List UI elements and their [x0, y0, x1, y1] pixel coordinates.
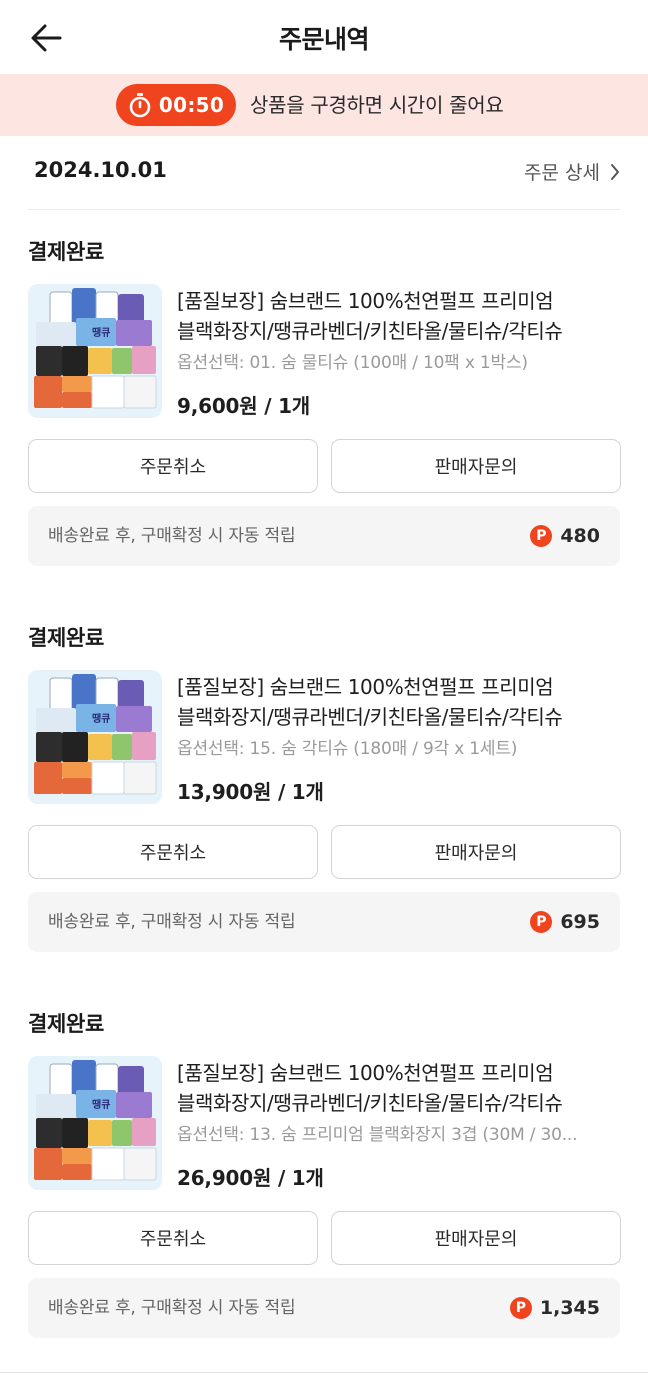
product-title-line-2: 블랙화장지/땡큐라벤더/키친타올/물티슈/각티슈: [177, 319, 563, 343]
product-title-line-1: [품질보장] 숨브랜드 100%천연펄프 프리미엄: [177, 675, 554, 699]
timer-value: 00:50: [158, 93, 225, 117]
order-status: 결제완료: [28, 1012, 105, 1036]
order-status: 결제완료: [28, 240, 105, 264]
order-detail-label: 주문 상세: [524, 162, 600, 184]
point-reward-message: 배송완료 후, 구매확정 시 자동 적립: [48, 526, 296, 546]
point-reward-amount: P 695: [530, 892, 600, 952]
point-reward-amount: P 480: [530, 506, 600, 566]
svg-text:땡큐: 땡큐: [92, 1098, 110, 1111]
point-reward-amount: P 1,345: [509, 1278, 600, 1338]
product-price-quantity: 13,900원 / 1개: [177, 780, 324, 804]
order-item: 결제완료 땡큐 [품질보장] 숨브랜드 100%천연펄프 프리미엄 블랙화장지/…: [28, 1008, 622, 1348]
bottom-divider: [0, 1372, 648, 1378]
point-reward-info: 배송완료 후, 구매확정 시 자동 적립 P 1,345: [28, 1278, 620, 1338]
product-image: 땡큐: [28, 284, 162, 418]
seller-inquiry-button[interactable]: 판매자문의: [331, 825, 621, 879]
point-icon: P: [530, 525, 553, 547]
cancel-order-button[interactable]: 주문취소: [28, 1211, 318, 1265]
point-value: 480: [560, 525, 600, 547]
seller-inquiry-button[interactable]: 판매자문의: [331, 1211, 621, 1265]
product-thumbnail[interactable]: 땡큐: [28, 1056, 162, 1190]
point-reward-message: 배송완료 후, 구매확정 시 자동 적립: [48, 912, 296, 932]
timer-message: 상품을 구경하면 시간이 줄어요: [250, 93, 504, 117]
chevron-right-icon: [611, 163, 619, 180]
order-date: 2024.10.01: [34, 158, 167, 182]
top-app-bar: 주문내역: [0, 0, 648, 74]
product-option: 옵션선택: 01. 숨 물티슈 (100매 / 10팩 x 1박스): [177, 353, 528, 373]
product-option: 옵션선택: 13. 숨 프리미엄 블랙화장지 3겹 (30M / 30...: [177, 1125, 578, 1145]
product-title-line-2: 블랙화장지/땡큐라벤더/키친타올/물티슈/각티슈: [177, 705, 563, 729]
product-title[interactable]: [품질보장] 숨브랜드 100%천연펄프 프리미엄 블랙화장지/땡큐라벤더/키친…: [177, 672, 622, 732]
point-value: 1,345: [539, 1297, 600, 1319]
product-image: 땡큐: [28, 670, 162, 804]
point-icon: P: [509, 1297, 532, 1319]
order-date-row: 2024.10.01 주문 상세: [28, 136, 620, 210]
product-price-quantity: 9,600원 / 1개: [177, 394, 311, 418]
page-title: 주문내역: [278, 25, 370, 54]
point-value: 695: [560, 911, 600, 933]
product-option: 옵션선택: 15. 숨 각티슈 (180매 / 9각 x 1세트): [177, 739, 518, 759]
cancel-order-button[interactable]: 주문취소: [28, 439, 318, 493]
product-title[interactable]: [품질보장] 숨브랜드 100%천연펄프 프리미엄 블랙화장지/땡큐라벤더/키친…: [177, 1058, 622, 1118]
seller-inquiry-button[interactable]: 판매자문의: [331, 439, 621, 493]
svg-text:땡큐: 땡큐: [92, 326, 110, 339]
point-reward-info: 배송완료 후, 구매확정 시 자동 적립 P 695: [28, 892, 620, 952]
product-title-line-1: [품질보장] 숨브랜드 100%천연펄프 프리미엄: [177, 289, 554, 313]
product-image: 땡큐: [28, 1056, 162, 1190]
order-status: 결제완료: [28, 626, 105, 650]
product-title-line-1: [품질보장] 숨브랜드 100%천연펄프 프리미엄: [177, 1061, 554, 1085]
svg-text:땡큐: 땡큐: [92, 712, 110, 725]
product-price-quantity: 26,900원 / 1개: [177, 1166, 324, 1190]
cancel-order-button[interactable]: 주문취소: [28, 825, 318, 879]
order-detail-link[interactable]: 주문 상세: [524, 158, 620, 185]
order-item: 결제완료 땡큐 [품질보장] 숨브랜드 100%천연펄프 프리미엄 블랙화장지/…: [28, 236, 622, 576]
point-reward-message: 배송완료 후, 구매확정 시 자동 적립: [48, 1298, 296, 1318]
order-item: 결제완료 땡큐 [품질보장] 숨브랜드 100%천연펄프 프리미엄 블랙화장지/…: [28, 622, 622, 962]
product-thumbnail[interactable]: 땡큐: [28, 284, 162, 418]
timer-banner[interactable]: 00:50 상품을 구경하면 시간이 줄어요: [0, 74, 648, 136]
point-reward-info: 배송완료 후, 구매확정 시 자동 적립 P 480: [28, 506, 620, 566]
product-title[interactable]: [품질보장] 숨브랜드 100%천연펄프 프리미엄 블랙화장지/땡큐라벤더/키친…: [177, 286, 622, 346]
stopwatch-icon: [129, 93, 151, 118]
product-title-line-2: 블랙화장지/땡큐라벤더/키친타올/물티슈/각티슈: [177, 1091, 563, 1115]
point-icon: P: [530, 911, 553, 933]
product-thumbnail[interactable]: 땡큐: [28, 670, 162, 804]
countdown-timer: 00:50: [116, 84, 236, 126]
